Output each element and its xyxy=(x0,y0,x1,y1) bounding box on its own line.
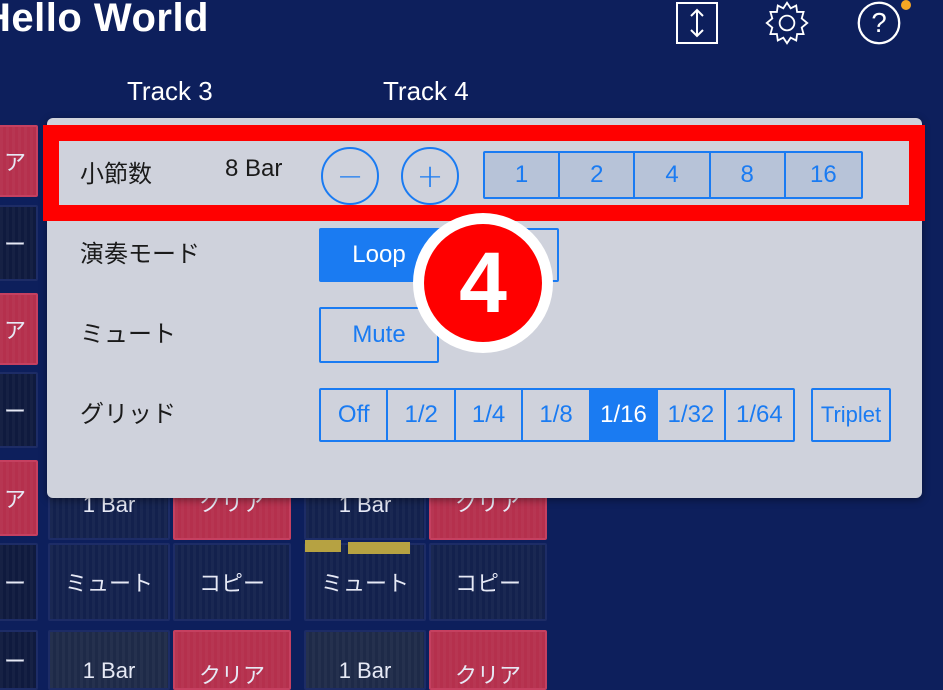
clip-cell-partial[interactable]: ア xyxy=(0,125,38,197)
grid-option[interactable]: 1/4 xyxy=(456,390,524,440)
resize-vertical-icon[interactable] xyxy=(674,0,720,46)
cell-label: コピー xyxy=(454,571,521,596)
cell-label: 1 Bar xyxy=(338,658,392,683)
tutorial-step-badge: 4 xyxy=(413,213,553,353)
waveform-mark xyxy=(305,540,341,552)
grid-option[interactable]: Off xyxy=(321,390,389,440)
app-title: Hello World xyxy=(0,0,209,40)
waveform-mark xyxy=(348,542,410,554)
triplet-toggle: Triplet xyxy=(811,388,891,442)
notification-dot xyxy=(901,0,911,10)
grid-option[interactable]: 1/2 xyxy=(388,390,456,440)
clear-cell[interactable]: クリア xyxy=(429,630,547,690)
clip-cell-partial[interactable]: ー xyxy=(0,630,38,690)
bar-length-cell[interactable]: 1 Bar xyxy=(304,630,426,690)
clip-cell-partial[interactable]: ア xyxy=(0,460,38,536)
mute-cell[interactable]: ミュート xyxy=(304,543,426,621)
bar-length-cell[interactable]: 1 Bar xyxy=(48,630,170,690)
play-mode-label: 演奏モード xyxy=(80,240,200,268)
clip-cell-partial[interactable]: ー xyxy=(0,543,38,621)
cell-label: ミュート xyxy=(320,571,409,596)
cell-label: ー xyxy=(3,232,26,257)
mute-button[interactable]: Mute xyxy=(321,309,437,361)
grid-option-selected[interactable]: 1/16 xyxy=(590,390,659,440)
copy-cell[interactable]: コピー xyxy=(173,543,291,621)
cell-label: ー xyxy=(3,399,26,424)
cell-label: クリア xyxy=(198,663,265,688)
tutorial-highlight-box xyxy=(43,125,925,221)
help-icon[interactable]: ? xyxy=(856,0,902,46)
cell-label: クリア xyxy=(454,663,521,688)
tutorial-step-number: 4 xyxy=(424,224,542,342)
grid-label: グリッド xyxy=(80,400,176,428)
cell-label: ミュート xyxy=(64,571,153,596)
copy-cell[interactable]: コピー xyxy=(429,543,547,621)
mute-label: ミュート xyxy=(80,320,176,348)
triplet-button[interactable]: Triplet xyxy=(813,390,889,440)
track-3-label: Track 3 xyxy=(127,76,213,106)
cell-label: ア xyxy=(3,150,26,175)
cell-label: ー xyxy=(3,649,26,674)
clip-cell-partial[interactable]: ー xyxy=(0,372,38,448)
cell-label: ア xyxy=(3,487,26,512)
svg-text:?: ? xyxy=(871,7,886,38)
track-4-label: Track 4 xyxy=(383,76,469,106)
grid-option[interactable]: 1/8 xyxy=(523,390,591,440)
cell-label: コピー xyxy=(198,571,265,596)
clip-cell-partial[interactable]: ア xyxy=(0,293,38,365)
cell-label: ー xyxy=(3,571,26,596)
clip-cell-partial[interactable]: ー xyxy=(0,205,38,281)
gear-icon[interactable] xyxy=(764,0,810,46)
grid-option[interactable]: 1/64 xyxy=(726,390,793,440)
clear-cell[interactable]: クリア xyxy=(173,630,291,690)
grid-segmented: Off 1/2 1/4 1/8 1/16 1/32 1/64 xyxy=(319,388,795,442)
cell-label: ア xyxy=(3,318,26,343)
mute-cell[interactable]: ミュート xyxy=(48,543,170,621)
cell-label: 1 Bar xyxy=(82,658,136,683)
grid-option[interactable]: 1/32 xyxy=(658,390,726,440)
